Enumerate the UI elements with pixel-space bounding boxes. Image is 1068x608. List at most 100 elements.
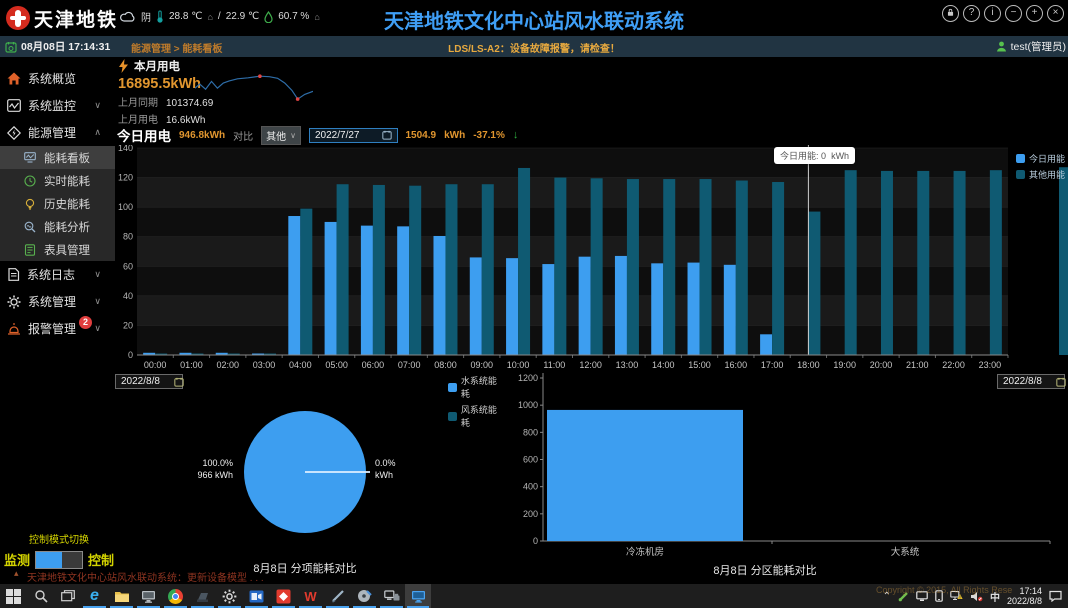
subitem-energy-panel: 2022/8/8 水系统能耗 风系统能耗 100.0% 966 kWh 0.0%… bbox=[115, 372, 505, 575]
maximize-icon[interactable]: + bbox=[1026, 5, 1043, 22]
devices-icon bbox=[384, 590, 400, 603]
hourly-chart-legend[interactable]: 今日用能 其他用能 bbox=[1016, 152, 1065, 184]
svg-text:400: 400 bbox=[523, 482, 538, 492]
today-usage-title: 今日用电 bbox=[117, 125, 171, 145]
start-button[interactable] bbox=[0, 584, 27, 608]
svg-text:04:00: 04:00 bbox=[289, 360, 312, 370]
sidebar-item-alarms[interactable]: 报警管理 2 ∨ bbox=[0, 315, 115, 342]
taskbar-video-app-button[interactable] bbox=[243, 584, 270, 608]
svg-text:02:00: 02:00 bbox=[216, 360, 239, 370]
sidebar-item-energy-dashboard[interactable]: 能耗看板 bbox=[0, 146, 115, 169]
compare-mode-select[interactable]: 其他 ∨ bbox=[261, 126, 301, 145]
cloud-icon bbox=[120, 11, 136, 22]
sidebar-item-energy[interactable]: 能源管理 ∧ bbox=[0, 119, 115, 146]
help-icon[interactable]: ? bbox=[963, 5, 980, 22]
svg-text:12:00: 12:00 bbox=[579, 360, 602, 370]
pc-app-icon bbox=[141, 590, 156, 603]
svg-text:大系统: 大系统 bbox=[891, 546, 920, 558]
calendar-icon bbox=[174, 377, 184, 387]
compare-label: 对比 bbox=[233, 128, 253, 143]
control-mode-toggle[interactable] bbox=[35, 551, 83, 569]
task-view-icon bbox=[61, 590, 75, 602]
sidebar-item-energy-analysis[interactable]: 能耗分析 bbox=[0, 215, 115, 238]
lightning-icon bbox=[118, 59, 129, 73]
svg-text:100: 100 bbox=[118, 202, 133, 212]
taskbar-photos-app-button[interactable] bbox=[189, 584, 216, 608]
lock-icon[interactable] bbox=[942, 5, 959, 22]
svg-text:07:00: 07:00 bbox=[398, 360, 421, 370]
sidebar-nav: 系统概览 系统监控 ∨ 能源管理 ∧ 能耗看板 实时能耗 历史能耗 bbox=[0, 57, 115, 584]
sidebar-item-history-energy[interactable]: 历史能耗 bbox=[0, 192, 115, 215]
svg-text:14:00: 14:00 bbox=[652, 360, 675, 370]
taskbar-chrome-button[interactable] bbox=[162, 584, 189, 608]
taskbar-settings-button[interactable] bbox=[216, 584, 243, 608]
monthly-trend-sparkline bbox=[195, 58, 313, 112]
dashboard-icon bbox=[24, 152, 36, 163]
info-icon[interactable]: i bbox=[984, 5, 1001, 22]
user-display[interactable]: test(管理员) bbox=[996, 39, 1066, 54]
tray-clock[interactable]: 17:14 2022/8/8 bbox=[1007, 586, 1042, 606]
breadcrumb[interactable]: 能源管理 > 能耗看板 bbox=[131, 40, 222, 55]
legend-swatch-water bbox=[448, 383, 457, 392]
zone-bar-chart[interactable]: 020040060080010001200冷冻机房大系统 bbox=[505, 372, 1068, 575]
sidebar-item-meter-management[interactable]: 表具管理 bbox=[0, 238, 115, 261]
chevron-down-icon: ∨ bbox=[94, 100, 101, 111]
taskbar-search-button[interactable] bbox=[27, 584, 54, 608]
svg-text:09:00: 09:00 bbox=[471, 360, 494, 370]
today-usage-header: 今日用电 946.8kWh 对比 其他 ∨ 2022/7/27 1504.9 k… bbox=[117, 126, 518, 144]
taskbar-pen-app-button[interactable] bbox=[324, 584, 351, 608]
sidebar-item-overview[interactable]: 系统概览 bbox=[0, 65, 115, 92]
tray-time: 17:14 bbox=[1007, 586, 1042, 596]
app-titlebar: 天津地铁 阴 28.8 ℃ ⌂ / 22.9 ℃ 60.7 % ⌂ 天津地铁文化… bbox=[0, 0, 1068, 36]
minimize-icon[interactable]: − bbox=[1005, 5, 1022, 22]
zone-date-input[interactable]: 2022/8/8 bbox=[997, 374, 1065, 389]
pie-date-input[interactable]: 2022/8/8 bbox=[115, 374, 183, 389]
svg-text:10:00: 10:00 bbox=[507, 360, 530, 370]
temp-indoor: 22.9 ℃ bbox=[226, 11, 259, 22]
alert-message[interactable]: LDS/LS-A2：设备故障报警，请检查！ bbox=[448, 40, 620, 55]
tray-notification-icon[interactable] bbox=[1049, 590, 1062, 602]
hourly-usage-chart[interactable]: 02040608010012014000:0001:0002:0003:0004… bbox=[115, 145, 1068, 372]
compare-date-input[interactable]: 2022/7/27 bbox=[309, 128, 398, 143]
svg-text:16:00: 16:00 bbox=[725, 360, 748, 370]
svg-text:01:00: 01:00 bbox=[180, 360, 203, 370]
taskbar-disc-app-button[interactable] bbox=[351, 584, 378, 608]
wps-icon: W bbox=[304, 589, 316, 604]
outdoor-icon: ⌂ bbox=[207, 12, 212, 22]
thermometer-icon bbox=[156, 10, 164, 23]
user-name: test(管理员) bbox=[1011, 39, 1066, 54]
alarm-count-badge: 2 bbox=[79, 316, 92, 329]
sidebar-item-settings[interactable]: 系统管理 ∨ bbox=[0, 288, 115, 315]
ie-icon: e bbox=[90, 587, 99, 605]
taskbar-wps-button[interactable]: W bbox=[297, 584, 324, 608]
background-window-icon: ▴ bbox=[14, 568, 19, 579]
compare-unit: kWh bbox=[444, 130, 465, 141]
close-icon[interactable]: × bbox=[1047, 5, 1064, 22]
sidebar-item-realtime-energy[interactable]: 实时能耗 bbox=[0, 169, 115, 192]
legend-swatch-today bbox=[1016, 154, 1025, 163]
sidebar-item-logs[interactable]: 系统日志 ∨ bbox=[0, 261, 115, 288]
energy-icon bbox=[7, 126, 21, 140]
chevron-down-icon: ∨ bbox=[94, 269, 101, 280]
taskbar-devices-app-button[interactable] bbox=[378, 584, 405, 608]
taskbar-scada-app-button[interactable] bbox=[405, 584, 431, 608]
pie-legend[interactable]: 水系统能耗 风系统能耗 bbox=[448, 374, 505, 432]
svg-text:15:00: 15:00 bbox=[688, 360, 711, 370]
meter-icon bbox=[24, 244, 36, 256]
legend-label-air: 风系统能耗 bbox=[461, 403, 505, 429]
settings-gear-icon bbox=[222, 589, 237, 604]
taskbar-media-app-button[interactable] bbox=[270, 584, 297, 608]
svg-text:22:00: 22:00 bbox=[942, 360, 965, 370]
pie-label-water: 100.0% 966 kWh bbox=[155, 457, 233, 481]
taskbar-pc-app-button[interactable] bbox=[135, 584, 162, 608]
chevron-up-icon: ∧ bbox=[94, 127, 101, 138]
svg-text:05:00: 05:00 bbox=[325, 360, 348, 370]
task-view-button[interactable] bbox=[54, 584, 81, 608]
taskbar-file-explorer-button[interactable] bbox=[108, 584, 135, 608]
compare-value: 1504.9 bbox=[406, 130, 437, 141]
taskbar-ie-button[interactable]: e bbox=[81, 584, 108, 608]
background-window-title: 天津地铁文化中心站风水联动系统：更新设备模型 . . . bbox=[27, 569, 264, 584]
sidebar-item-monitoring[interactable]: 系统监控 ∨ bbox=[0, 92, 115, 119]
chrome-icon bbox=[168, 589, 183, 604]
svg-text:00:00: 00:00 bbox=[144, 360, 167, 370]
